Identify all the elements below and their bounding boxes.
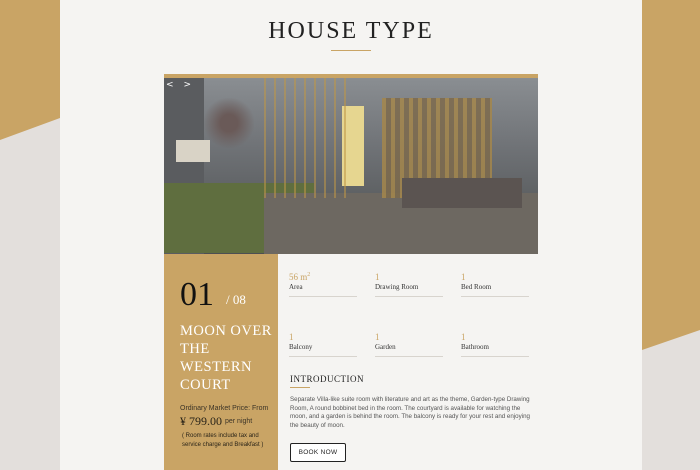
- feature-divider: [375, 356, 443, 357]
- feature-value: 56 m: [289, 272, 308, 282]
- room-index: 01: [180, 276, 214, 313]
- feature-value: 1: [289, 332, 294, 342]
- feature-unit-sup: 2: [307, 272, 311, 278]
- gallery-arrows: <>: [166, 80, 201, 90]
- feature-bathroom: 1 Bathroom: [461, 332, 529, 357]
- page-title: HOUSE TYPE: [268, 18, 434, 44]
- room-name: MOON OVER THE WESTERN COURT: [180, 323, 272, 393]
- book-now-button[interactable]: BOOK NOW: [290, 443, 346, 462]
- feature-label: Area: [289, 283, 303, 291]
- intro-heading: INTRODUCTION: [290, 374, 364, 384]
- chevron-right-icon[interactable]: >: [184, 80, 202, 90]
- feature-bed-room: 1 Bed Room: [461, 272, 529, 297]
- intro-divider: [290, 387, 310, 388]
- feature-value: 1: [375, 272, 380, 282]
- room-photo: [164, 78, 538, 254]
- feature-divider: [289, 356, 357, 357]
- price-value: ¥ 799.00: [180, 414, 222, 428]
- feature-garden: 1 Garden: [375, 332, 443, 357]
- feature-label: Bathroom: [461, 343, 489, 351]
- intro-text: Separate Villa-like suite room with lite…: [290, 396, 530, 429]
- feature-label: Drawing Room: [375, 283, 419, 291]
- feature-area: 56 m2 Area: [289, 272, 357, 297]
- feature-drawing-room: 1 Drawing Room: [375, 272, 443, 297]
- feature-value: 1: [461, 332, 466, 342]
- feature-value: 1: [375, 332, 380, 342]
- title-divider: [331, 50, 371, 51]
- feature-divider: [289, 296, 357, 297]
- feature-label: Bed Room: [461, 283, 492, 291]
- feature-divider: [461, 296, 529, 297]
- feature-label: Balcony: [289, 343, 313, 351]
- feature-value: 1: [461, 272, 466, 282]
- price-label: Ordinary Market Price: From: [180, 405, 269, 412]
- content-panel: HOUSE TYPE <> 01 / 08 MOON OVER THE WEST…: [60, 0, 642, 470]
- room-total: / 08: [226, 292, 246, 307]
- price-unit: per night: [225, 418, 253, 425]
- room-info-panel: 01 / 08 MOON OVER THE WESTERN COURT Ordi…: [164, 254, 278, 470]
- feature-balcony: 1 Balcony: [289, 332, 357, 357]
- feature-divider: [375, 296, 443, 297]
- feature-divider: [461, 356, 529, 357]
- feature-label: Garden: [375, 343, 396, 351]
- chevron-left-icon[interactable]: <: [166, 80, 184, 90]
- price-note: ( Room rates include tax and service cha…: [182, 433, 264, 448]
